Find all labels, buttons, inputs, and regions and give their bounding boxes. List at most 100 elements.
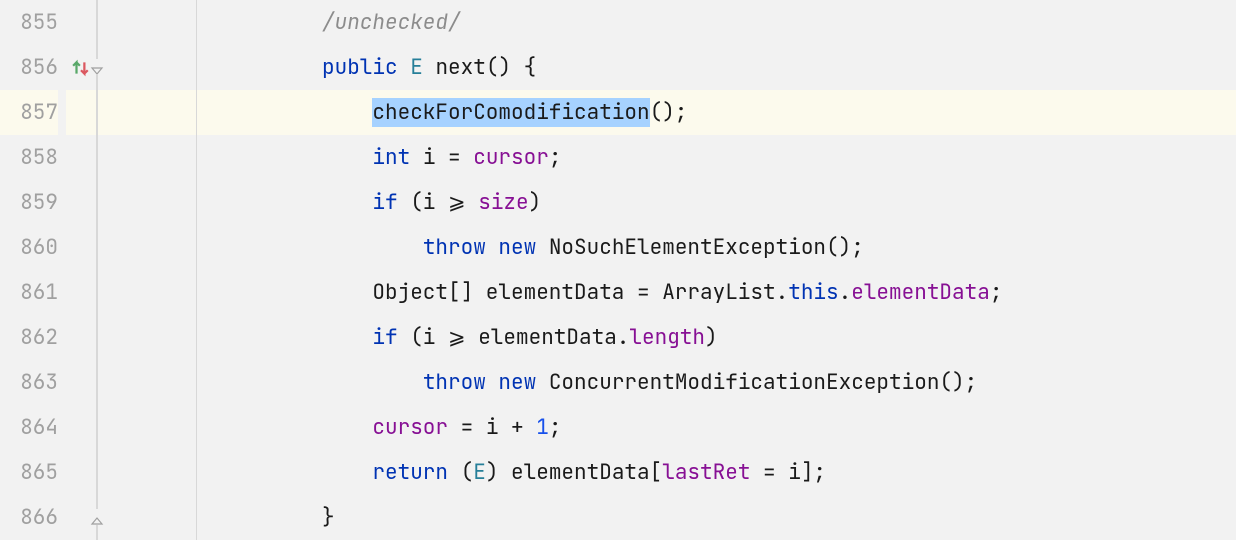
line-number[interactable]: 861 xyxy=(0,270,58,315)
editor-gutter: 855856857858859860861862863864865866 xyxy=(0,0,196,540)
line-number[interactable]: 857 xyxy=(0,90,58,135)
token-plain: = i]; xyxy=(750,459,826,486)
token-plain xyxy=(486,234,499,261)
current-line-highlight xyxy=(97,90,196,135)
fold-guide-line xyxy=(97,0,98,540)
token-plain xyxy=(398,54,411,81)
indent xyxy=(322,369,423,396)
indent xyxy=(322,459,372,486)
token-plain: (i ⩾ xyxy=(398,189,479,216)
token-this: this xyxy=(788,279,838,306)
token-plain: ( xyxy=(448,459,473,486)
token-plain: (i ⩾ elementData. xyxy=(398,324,630,351)
line-number[interactable]: 863 xyxy=(0,360,58,405)
line-number[interactable]: 864 xyxy=(0,405,58,450)
token-kw: int xyxy=(372,144,410,171)
token-type: E xyxy=(410,54,423,81)
token-plain: NoSuchElementException(); xyxy=(536,234,864,261)
token-method: next xyxy=(435,54,485,81)
token-plain: } xyxy=(322,504,335,531)
code-line[interactable]: int i = cursor; xyxy=(276,135,1236,180)
token-type: E xyxy=(473,459,486,486)
token-field: lastRet xyxy=(662,459,750,486)
gutter-icon-slot xyxy=(66,0,96,45)
token-comment: /unchecked/ xyxy=(322,9,461,36)
code-line[interactable]: return (E) elementData[lastRet = i]; xyxy=(276,450,1236,495)
token-selected: checkForComodification xyxy=(372,98,649,127)
line-number[interactable]: 866 xyxy=(0,495,58,540)
gutter-icon-slot xyxy=(66,225,96,270)
line-number[interactable]: 865 xyxy=(0,450,58,495)
line-number[interactable]: 855 xyxy=(0,0,58,45)
token-field: size xyxy=(478,189,528,216)
token-kw: new xyxy=(498,234,536,261)
code-editor-area[interactable]: /unchecked/public E next() { checkForCom… xyxy=(276,0,1236,540)
token-prop: length xyxy=(629,324,705,351)
token-kw: throw xyxy=(423,234,486,261)
token-num: 1 xyxy=(536,414,549,441)
line-number[interactable]: 856 xyxy=(0,45,58,90)
line-number[interactable]: 862 xyxy=(0,315,58,360)
token-kw: throw xyxy=(423,369,486,396)
indent xyxy=(322,234,423,261)
token-plain: ) elementData[ xyxy=(486,459,662,486)
code-line[interactable]: throw new NoSuchElementException(); xyxy=(276,225,1236,270)
code-line[interactable]: if (i ⩾ elementData.length) xyxy=(276,315,1236,360)
current-line-highlight xyxy=(196,90,276,135)
line-number[interactable]: 859 xyxy=(0,180,58,225)
line-number[interactable]: 858 xyxy=(0,135,58,180)
gutter-icon-slot xyxy=(66,180,96,225)
token-plain: ; xyxy=(549,414,562,441)
line-numbers-column: 855856857858859860861862863864865866 xyxy=(0,0,66,540)
indent xyxy=(322,279,372,306)
token-field: elementData xyxy=(851,279,990,306)
token-plain: () { xyxy=(486,54,536,81)
token-plain xyxy=(486,369,499,396)
code-line[interactable]: throw new ConcurrentModificationExceptio… xyxy=(276,360,1236,405)
margin-guide-line xyxy=(196,0,197,540)
gutter-icon-slot xyxy=(66,450,96,495)
gutter-icon-slot xyxy=(66,360,96,405)
fold-close-icon[interactable] xyxy=(89,509,105,525)
token-plain: = i + xyxy=(448,414,536,441)
token-field: cursor xyxy=(372,414,448,441)
token-plain: ; xyxy=(549,144,562,171)
gutter-icon-slot xyxy=(66,135,96,180)
token-plain: Object[] elementData = ArrayList. xyxy=(372,279,788,306)
code-line[interactable]: public E next() { xyxy=(276,45,1236,90)
token-plain: ) xyxy=(705,324,718,351)
gutter-icon-slot xyxy=(66,405,96,450)
token-plain: (); xyxy=(650,99,688,126)
token-kw: new xyxy=(498,369,536,396)
indent xyxy=(322,99,372,126)
fold-open-icon[interactable] xyxy=(89,59,105,75)
code-line[interactable]: } xyxy=(276,495,1236,540)
indent xyxy=(322,414,372,441)
token-plain: ConcurrentModificationException(); xyxy=(536,369,977,396)
code-line[interactable]: checkForComodification(); xyxy=(276,90,1236,135)
code-line[interactable]: /unchecked/ xyxy=(276,0,1236,45)
token-plain: . xyxy=(839,279,852,306)
gutter-icon-slot xyxy=(66,315,96,360)
token-plain: ) xyxy=(529,189,542,216)
indent xyxy=(322,189,372,216)
token-plain: i = xyxy=(410,144,473,171)
indent xyxy=(322,324,372,351)
code-line[interactable]: if (i ⩾ size) xyxy=(276,180,1236,225)
token-kw: return xyxy=(372,459,448,486)
token-kw: public xyxy=(322,54,398,81)
code-line[interactable]: Object[] elementData = ArrayList.this.el… xyxy=(276,270,1236,315)
line-number[interactable]: 860 xyxy=(0,225,58,270)
indent xyxy=(322,144,372,171)
token-plain xyxy=(423,54,436,81)
token-kw: if xyxy=(372,189,397,216)
gutter-icon-slot xyxy=(66,90,96,135)
code-line[interactable]: cursor = i + 1; xyxy=(276,405,1236,450)
token-field: cursor xyxy=(473,144,549,171)
fold-column xyxy=(96,0,196,540)
token-kw: if xyxy=(372,324,397,351)
token-plain: ; xyxy=(990,279,1003,306)
gutter-icon-slot xyxy=(66,270,96,315)
margin-column xyxy=(196,0,276,540)
gutter-icons-column xyxy=(66,0,96,540)
